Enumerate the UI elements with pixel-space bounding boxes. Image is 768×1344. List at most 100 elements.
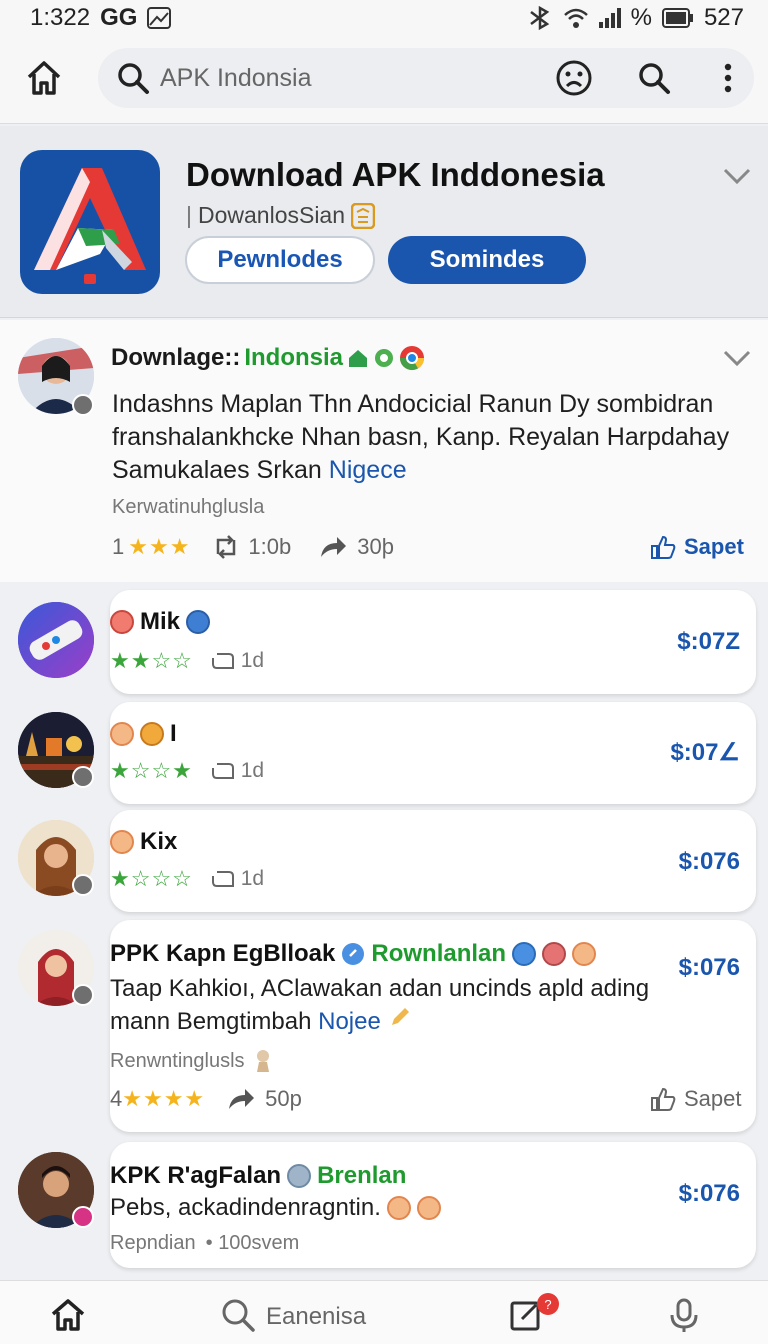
item-body: Taap Kahkioı, AClawakan adan uncinds apl… — [110, 972, 670, 1038]
avatar-badge — [72, 394, 94, 416]
item-name-text: Mik — [140, 608, 181, 635]
item-price: $:076 — [678, 1180, 740, 1207]
face-emoji-icon — [110, 722, 134, 746]
search-icon[interactable] — [636, 60, 672, 96]
item-name-text: KPK R'agFalan — [110, 1162, 282, 1189]
item-body-line: mann Bemgtimbah Nojee — [110, 1005, 670, 1038]
item-meta: Repndian • 100svem — [110, 1232, 299, 1255]
app-title: Download APK Inddonesia — [186, 156, 605, 193]
avatar-emoji-icon — [186, 610, 211, 634]
chevron-down-icon[interactable] — [722, 348, 752, 368]
app-developer[interactable]: DowanlosSian — [198, 202, 345, 229]
list-item[interactable]: Mik ★★☆☆ 1d $:07Z — [110, 590, 756, 694]
gear-badge-icon — [375, 349, 393, 367]
hat-emoji-icon — [140, 722, 164, 746]
item-price: $:076 — [678, 954, 740, 981]
status-carrier: GG — [100, 4, 138, 31]
item-meta-text: Repndian — [110, 1232, 196, 1254]
app-logo[interactable] — [20, 150, 160, 294]
emoji-face-icon[interactable] — [556, 60, 592, 96]
home-icon[interactable] — [24, 58, 64, 98]
item-meta-text: Renwntinglusls — [110, 1049, 245, 1072]
signal-text: % — [630, 4, 652, 31]
item-name-text: Kix — [140, 828, 178, 855]
save-button[interactable]: Sapet — [650, 1086, 742, 1112]
battery-level: 527 — [703, 4, 744, 31]
item-name-text: PPK Kapn EgBlloak — [110, 940, 336, 967]
home-icon[interactable] — [50, 1297, 86, 1333]
chrome-icon — [400, 346, 424, 371]
verified-badge-icon — [351, 202, 376, 229]
thumbs-up-icon — [651, 535, 676, 559]
item-rating: ★☆☆☆ 1d — [110, 866, 264, 892]
item-name: Kix — [110, 828, 177, 856]
item-name: I — [110, 720, 177, 748]
item-rating: ★☆☆★ 1d — [110, 758, 264, 784]
post-body-text: Samukalaes Srkan — [112, 456, 322, 484]
bluetooth-icon — [529, 6, 549, 30]
face-emoji-icon — [542, 942, 567, 966]
item-body-link[interactable]: Nojee — [318, 1008, 381, 1035]
avatar[interactable] — [18, 602, 94, 678]
list-item[interactable]: Kix ★☆☆☆ 1d $:076 — [110, 810, 756, 912]
time-label: 1d — [211, 759, 264, 783]
microphone-icon[interactable] — [666, 1297, 702, 1333]
search-bar[interactable]: APK Indonsia — [98, 48, 754, 108]
download-secondary-button[interactable]: Pewnlodes — [185, 236, 375, 284]
avatar-badge — [72, 1206, 94, 1228]
verified-icon — [342, 943, 365, 965]
avatar-badge — [72, 874, 94, 896]
chevron-down-icon[interactable] — [722, 166, 752, 186]
post-body-line: Indashns Maplan Thn Andocicial Ranun Dy … — [112, 390, 714, 418]
item-name: PPK Kapn EgBlloak Rownlanlan — [110, 940, 597, 968]
avatar-badge — [72, 984, 94, 1006]
top-bar: APK Indonsia — [0, 36, 768, 124]
download-primary-button[interactable]: Somindes — [388, 236, 586, 284]
bottom-nav: Eanenisa ? — [0, 1280, 768, 1344]
time-label: 1d — [211, 649, 264, 673]
repost-count: 1:0b — [248, 534, 292, 559]
post-meta: Kerwatinuhglusla — [112, 496, 265, 518]
rating-number: 4 — [110, 1086, 123, 1111]
more-vert-icon[interactable] — [710, 60, 746, 96]
list-item[interactable]: KPK R'agFalan Brenlan Pebs, ackadindenra… — [110, 1142, 756, 1268]
item-tag[interactable]: Rownlanlan — [371, 940, 506, 968]
post-author[interactable]: Downlage:: — [111, 344, 240, 372]
item-body-line: Taap Kahkioı, AClawakan adan uncinds apl… — [110, 975, 650, 1002]
list-item[interactable]: I ★☆☆★ 1d $:07∠ — [110, 702, 756, 804]
face-emoji-icon — [386, 1196, 411, 1220]
wifi-icon — [563, 8, 588, 28]
save-button[interactable]: Sapet — [650, 534, 744, 560]
time-text: 1d — [240, 867, 265, 890]
post-body-link[interactable]: Nigece — [329, 456, 407, 484]
post-body-line: franshalankhcke Nhan basn, Kanp. Reyalan… — [112, 423, 730, 451]
search-icon[interactable] — [220, 1297, 256, 1333]
search-placeholder[interactable]: APK Indonsia — [160, 64, 312, 93]
item-meta: Renwntinglusls — [110, 1048, 275, 1074]
house-badge-icon — [349, 350, 367, 367]
time-label: 1d — [211, 867, 264, 891]
search-nav-label[interactable]: Eanenisa — [266, 1303, 366, 1331]
sticker-icon — [256, 1050, 269, 1072]
face-emoji-icon — [416, 1196, 441, 1220]
face-emoji-icon — [572, 942, 597, 966]
rating-number: 1 — [112, 534, 125, 559]
item-name: KPK R'agFalan Brenlan — [110, 1162, 406, 1190]
time-text: 1d — [240, 649, 265, 672]
item-tag[interactable]: Brenlan — [317, 1162, 406, 1190]
item-meta-extra-text: 100svem — [218, 1232, 300, 1254]
clock-icon — [211, 653, 234, 670]
post-author-tag[interactable]: Indonsia — [244, 344, 343, 372]
rating-stars: ★★★★ — [122, 1086, 206, 1111]
face-emoji-icon — [110, 830, 134, 854]
search-icon — [118, 63, 149, 94]
status-time: 1:322 — [30, 4, 91, 31]
rating-stars-text: ★★★ — [128, 534, 191, 559]
share-arrow-icon[interactable] — [227, 1087, 255, 1111]
share-count: 50p — [265, 1086, 302, 1111]
clock-icon — [211, 871, 234, 888]
item-price: $:07Z — [677, 628, 740, 655]
list-item[interactable]: PPK Kapn EgBlloak Rownlanlan Taap Kahkio… — [110, 920, 756, 1132]
share-arrow-icon[interactable] — [319, 535, 347, 559]
repost-icon[interactable] — [212, 534, 240, 560]
